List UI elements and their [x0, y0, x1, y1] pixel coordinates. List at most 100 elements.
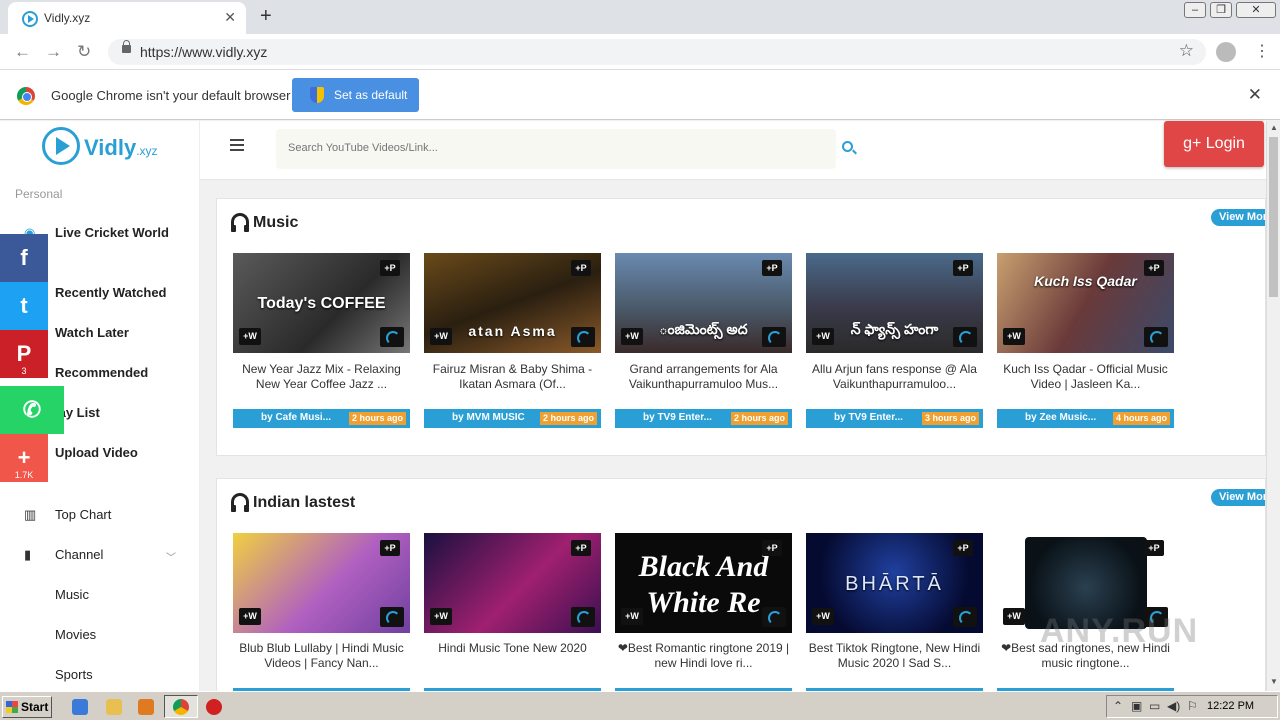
video-title[interactable]: Allu Arjun fans response @ Ala Vaikuntha…: [806, 362, 983, 392]
video-title[interactable]: Blub Blub Lullaby | Hindi Music Videos |…: [233, 641, 410, 671]
sidebar-item-upload-video[interactable]: Upload Video: [55, 445, 138, 460]
sidebar-item-watch-later[interactable]: Watch Later: [55, 325, 129, 340]
infobar-close-icon[interactable]: ✕: [1248, 85, 1262, 105]
video-title[interactable]: ❤Best Romantic ringtone 2019 | new Hindi…: [615, 641, 792, 671]
video-meta: by MVM MUSIC 2 hours ago: [424, 409, 601, 428]
sidebar-item-sports[interactable]: Sports: [55, 667, 93, 682]
window-close-button[interactable]: ✕: [1236, 2, 1276, 18]
tab-close-icon[interactable]: ✕: [224, 9, 236, 26]
video-thumbnail[interactable]: +P +W: [233, 533, 410, 633]
start-button[interactable]: Start: [2, 696, 52, 718]
whatsapp-share-button[interactable]: ✆: [0, 386, 64, 434]
watch-later-icon[interactable]: +W: [430, 328, 452, 345]
video-title[interactable]: Grand arrangements for Ala Vaikunthapurr…: [615, 362, 792, 392]
add-playlist-icon[interactable]: +P: [571, 260, 591, 276]
restore-button[interactable]: ❐: [1210, 2, 1232, 18]
facebook-share-button[interactable]: f: [0, 234, 48, 282]
view-more-button[interactable]: View More: [1211, 209, 1265, 226]
add-playlist-icon[interactable]: +P: [762, 260, 782, 276]
monitor-icon[interactable]: ▭: [1149, 699, 1160, 713]
section-title: Indian lastest: [231, 493, 355, 512]
loading-spinner-icon: [762, 327, 786, 347]
new-tab-button[interactable]: +: [260, 5, 272, 28]
security-alert-icon[interactable]: [206, 699, 222, 715]
video-thumbnail[interactable]: atan Asma +P +W: [424, 253, 601, 353]
channel-name[interactable]: by Zee Music...: [1025, 412, 1096, 423]
bookmark-star-icon[interactable]: ☆: [1179, 41, 1194, 61]
video-thumbnail[interactable]: BHĀRTĀ +P +W: [806, 533, 983, 633]
channel-name[interactable]: by TV9 Enter...: [834, 412, 903, 423]
view-more-button[interactable]: View More: [1211, 489, 1265, 506]
chrome-taskbar-button[interactable]: [164, 695, 198, 718]
add-playlist-icon[interactable]: +P: [1144, 260, 1164, 276]
page-scrollbar[interactable]: ▲ ▼: [1266, 121, 1280, 691]
channel-name[interactable]: by TV9 Enter...: [643, 412, 712, 423]
media-player-icon[interactable]: [138, 699, 154, 715]
google-login-button[interactable]: g+ Login: [1164, 121, 1264, 167]
watch-later-icon[interactable]: +W: [1003, 608, 1025, 625]
forward-icon[interactable]: →: [45, 42, 62, 62]
reload-icon[interactable]: ↻: [77, 42, 91, 62]
video-title[interactable]: Best Tiktok Ringtone, New Hindi Music 20…: [806, 641, 983, 671]
scroll-down-icon[interactable]: ▼: [1270, 677, 1278, 686]
video-thumbnail[interactable]: Black And White Re +P +W: [615, 533, 792, 633]
sidebar-item-music[interactable]: Music: [55, 587, 89, 602]
sidebar-item-movies[interactable]: Movies: [55, 627, 96, 642]
pinterest-share-button[interactable]: P 3: [0, 330, 48, 378]
video-title[interactable]: Kuch Iss Qadar - Official Music Video | …: [997, 362, 1174, 392]
browser-tab[interactable]: Vidly.xyz ✕: [8, 2, 246, 34]
ie-icon[interactable]: [72, 699, 88, 715]
sidebar-item-top-chart[interactable]: Top Chart: [55, 507, 111, 522]
watch-later-icon[interactable]: +W: [430, 608, 452, 625]
watch-later-icon[interactable]: +W: [621, 608, 643, 625]
video-title[interactable]: Fairuz Misran & Baby Shima - Ikatan Asma…: [424, 362, 601, 392]
video-thumbnail[interactable]: Today's COFFEE +P +W: [233, 253, 410, 353]
sidebar-item-live-cricket[interactable]: Live Cricket World: [55, 225, 169, 240]
add-playlist-icon[interactable]: +P: [571, 540, 591, 556]
network-icon[interactable]: ▣: [1131, 699, 1142, 713]
hamburger-menu-icon[interactable]: [230, 139, 244, 154]
search-input[interactable]: [288, 142, 808, 154]
video-thumbnail[interactable]: ంజిమెంట్స్ అద +P +W: [615, 253, 792, 353]
volume-icon[interactable]: ◀): [1167, 699, 1180, 713]
scroll-thumb[interactable]: [1269, 137, 1278, 297]
add-playlist-icon[interactable]: +P: [953, 540, 973, 556]
folder-icon[interactable]: [106, 699, 122, 715]
back-icon[interactable]: ←: [14, 42, 31, 62]
add-playlist-icon[interactable]: +P: [953, 260, 973, 276]
watch-later-icon[interactable]: +W: [1003, 328, 1025, 345]
search-icon[interactable]: [842, 141, 853, 152]
sidebar-item-recently-watched[interactable]: Recently Watched: [55, 285, 167, 300]
video-thumbnail[interactable]: +P +W: [424, 533, 601, 633]
profile-avatar-icon[interactable]: [1216, 42, 1236, 62]
add-playlist-icon[interactable]: +P: [762, 540, 782, 556]
chevron-down-icon[interactable]: ﹀: [166, 549, 176, 564]
watch-later-icon[interactable]: +W: [239, 328, 261, 345]
video-title[interactable]: Hindi Music Tone New 2020: [424, 641, 601, 656]
sidebar-item-recommended[interactable]: Recommended: [55, 365, 148, 380]
flag-icon[interactable]: ⚐: [1187, 699, 1198, 713]
channel-name[interactable]: by MVM MUSIC: [452, 412, 525, 423]
more-share-button[interactable]: + 1.7K: [0, 434, 48, 482]
taskbar-clock[interactable]: 12:22 PM: [1207, 700, 1254, 712]
add-playlist-icon[interactable]: +P: [1144, 540, 1164, 556]
video-title[interactable]: New Year Jazz Mix - Relaxing New Year Co…: [233, 362, 410, 392]
sidebar-section-personal: Personal: [15, 187, 63, 201]
set-as-default-button[interactable]: Set as default: [292, 78, 419, 112]
tray-expand-icon[interactable]: ⌃: [1113, 699, 1123, 713]
add-playlist-icon[interactable]: +P: [380, 260, 400, 276]
browser-menu-icon[interactable]: ⋮: [1254, 41, 1270, 61]
video-thumbnail[interactable]: న్ ఫ్యాన్స్ హంగా +P +W: [806, 253, 983, 353]
watch-later-icon[interactable]: +W: [812, 608, 834, 625]
watch-later-icon[interactable]: +W: [239, 608, 261, 625]
watch-later-icon[interactable]: +W: [812, 328, 834, 345]
scroll-up-icon[interactable]: ▲: [1270, 123, 1278, 132]
twitter-share-button[interactable]: t: [0, 282, 48, 330]
channel-name[interactable]: by Cafe Musi...: [261, 412, 331, 423]
video-thumbnail[interactable]: Kuch Iss Qadar +P +W: [997, 253, 1174, 353]
watch-later-icon[interactable]: +W: [621, 328, 643, 345]
url-field[interactable]: https://www.vidly.xyz ☆: [108, 39, 1206, 65]
sidebar-item-channel[interactable]: Channel: [55, 547, 103, 562]
add-playlist-icon[interactable]: +P: [380, 540, 400, 556]
minimize-button[interactable]: –: [1184, 2, 1206, 18]
